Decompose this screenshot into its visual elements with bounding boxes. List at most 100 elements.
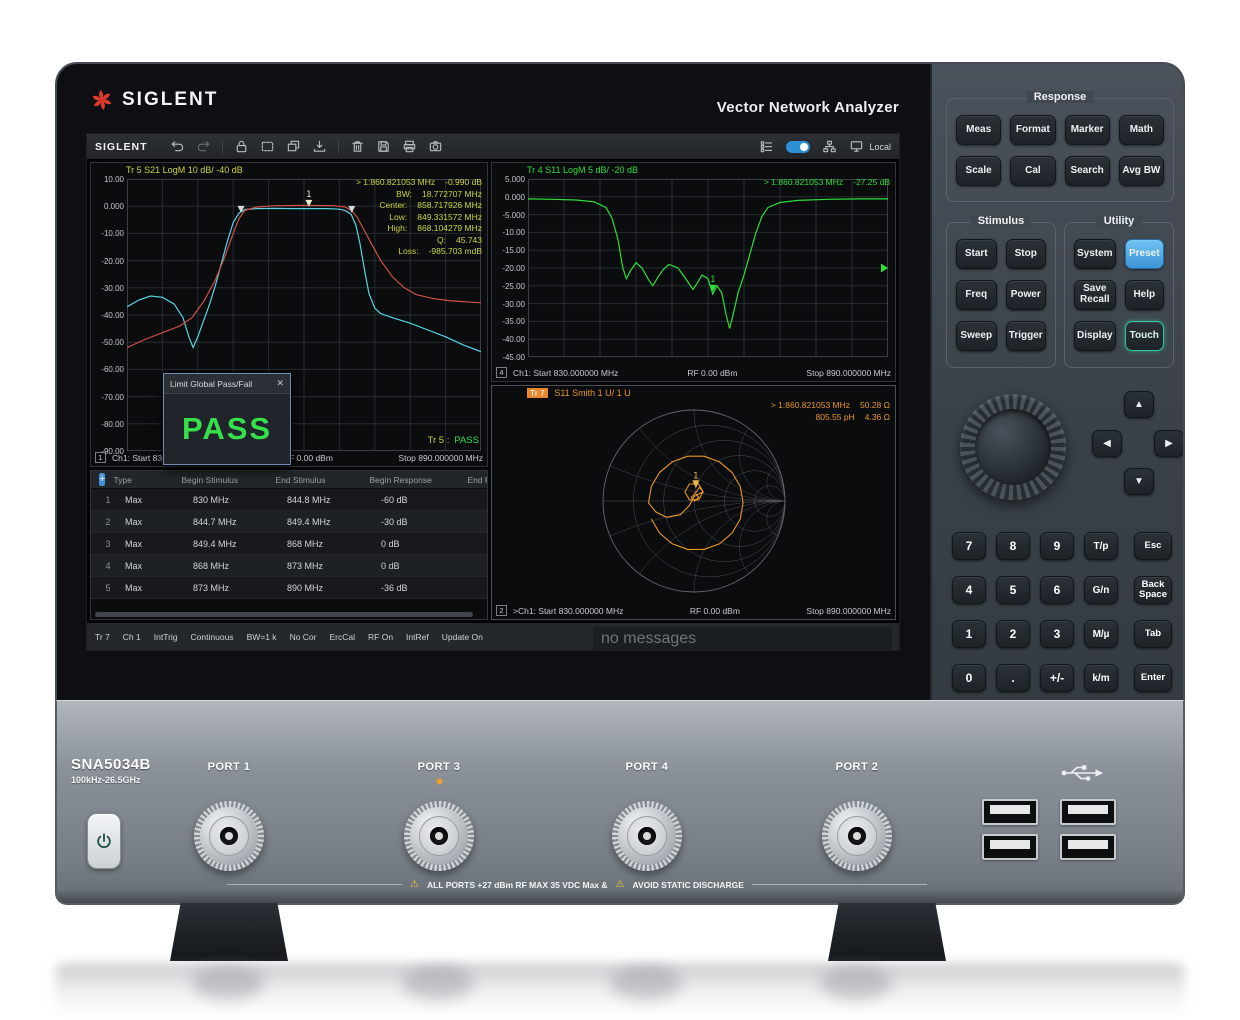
keypad-button[interactable]: System bbox=[1074, 239, 1116, 269]
utility-group-label: Utility bbox=[1097, 215, 1142, 227]
keypad-button[interactable]: Avg BW bbox=[1119, 156, 1164, 186]
table-row[interactable]: 2 Max 844.7 MHz 849.4 MHz -30 dB bbox=[91, 511, 487, 533]
keypad-button[interactable]: Search bbox=[1065, 156, 1110, 186]
table-row[interactable]: 1 Max 830 MHz 844.8 MHz -60 dB bbox=[91, 489, 487, 511]
table-row[interactable]: 4 Max 868 MHz 873 MHz 0 dB bbox=[91, 555, 487, 577]
redo-icon[interactable] bbox=[196, 139, 211, 154]
keypad-button[interactable]: Start bbox=[956, 239, 997, 269]
upper-body: SIGLENT Vector Network Analyzer SIGLENT bbox=[55, 62, 1185, 700]
camera-icon[interactable] bbox=[428, 139, 443, 154]
smith-window[interactable]: Tr 7 S11 Smith 1 U/ 1 U > 1:860.821053 M… bbox=[491, 385, 896, 620]
screenshot-icon[interactable] bbox=[260, 139, 275, 154]
y-tick-label: -80.00 bbox=[91, 420, 124, 429]
numpad-key[interactable]: 7 bbox=[952, 532, 986, 560]
control-key[interactable]: Tab bbox=[1134, 620, 1172, 648]
add-limit-button[interactable]: + bbox=[99, 473, 105, 486]
keypad-button[interactable]: Freq bbox=[956, 280, 997, 310]
port: PORT 4 bbox=[602, 757, 692, 889]
numpad-key[interactable]: . bbox=[996, 664, 1030, 692]
keypad-button[interactable]: Preset bbox=[1125, 239, 1164, 269]
numpad-key[interactable]: 0 bbox=[952, 664, 986, 692]
device-foot bbox=[170, 903, 288, 961]
numpad-key[interactable]: 9 bbox=[1040, 532, 1074, 560]
response-group: Response MeasFormatMarkerMathScaleCalSea… bbox=[946, 98, 1174, 202]
limit-type-cell: Max bbox=[125, 539, 193, 549]
table-row[interactable]: 3 Max 849.4 MHz 868 MHz 0 dB bbox=[91, 533, 487, 555]
status-message: no messages bbox=[593, 627, 892, 650]
port-connector bbox=[822, 801, 892, 871]
table-row[interactable]: 5 Max 873 MHz 890 MHz -36 dB bbox=[91, 577, 487, 599]
keypad-button[interactable]: Scale bbox=[956, 156, 1001, 186]
port-active-led bbox=[437, 779, 442, 784]
numpad-key[interactable]: 8 bbox=[996, 532, 1030, 560]
keypad-button[interactable]: Trigger bbox=[1006, 321, 1047, 351]
arrow-down-key[interactable]: ▼ bbox=[1124, 468, 1154, 495]
numpad-key[interactable]: 4 bbox=[952, 576, 986, 604]
numpad-key[interactable]: 2 bbox=[996, 620, 1030, 648]
toggle-on-icon[interactable] bbox=[786, 141, 810, 153]
keypad-button[interactable]: Sweep bbox=[956, 321, 997, 351]
trash-icon[interactable] bbox=[350, 139, 365, 154]
lock-icon[interactable] bbox=[234, 139, 249, 154]
reflection bbox=[192, 966, 264, 1000]
toolbar-brand: SIGLENT bbox=[95, 141, 148, 153]
local-status[interactable]: Local bbox=[849, 139, 891, 154]
vna-device: SIGLENT Vector Network Analyzer SIGLENT bbox=[55, 62, 1185, 905]
begin-response-cell: -60 dB bbox=[381, 495, 479, 505]
keypad-button[interactable]: Display bbox=[1074, 321, 1116, 351]
keypad-button[interactable]: Meas bbox=[956, 115, 1001, 145]
status-item: Update On bbox=[442, 632, 483, 642]
dialog-close-button[interactable]: ✕ bbox=[276, 378, 284, 389]
trace-list-icon[interactable] bbox=[759, 139, 774, 154]
keypad-button[interactable]: Format bbox=[1010, 115, 1055, 145]
rotary-knob[interactable] bbox=[960, 394, 1066, 500]
keypad-button[interactable]: Power bbox=[1006, 280, 1047, 310]
tr4-window[interactable]: Tr 4 S11 LogM 5 dB/ -20 dB 5.0000.000-5.… bbox=[491, 162, 896, 382]
windows-icon[interactable] bbox=[286, 139, 301, 154]
dialog-titlebar[interactable]: Limit Global Pass/Fail ✕ bbox=[164, 374, 290, 394]
save-icon[interactable] bbox=[376, 139, 391, 154]
numpad-key[interactable]: 5 bbox=[996, 576, 1030, 604]
numpad-key[interactable]: 3 bbox=[1040, 620, 1074, 648]
control-key[interactable]: Enter bbox=[1134, 664, 1172, 692]
keypad-button[interactable]: Math bbox=[1119, 115, 1164, 145]
keypad-button[interactable]: Touch bbox=[1125, 321, 1164, 351]
table-scrollbar[interactable] bbox=[95, 612, 473, 617]
lcd-screen[interactable]: SIGLENT bbox=[87, 134, 899, 650]
readout-label: Q: bbox=[437, 235, 446, 246]
end-stimulus-cell: 890 MHz bbox=[287, 583, 381, 593]
arrow-left-key[interactable]: ◀ bbox=[1092, 430, 1122, 457]
keypad-button[interactable]: Marker bbox=[1065, 115, 1110, 145]
smith-plot[interactable]: 1 bbox=[496, 406, 892, 596]
control-key[interactable]: Esc bbox=[1134, 532, 1172, 560]
limit-table-window[interactable]: + TypeBegin StimulusEnd StimulusBegin Re… bbox=[90, 470, 488, 620]
undo-icon[interactable] bbox=[170, 139, 185, 154]
port-connector bbox=[404, 801, 474, 871]
numpad-key[interactable]: G/n bbox=[1084, 576, 1118, 604]
readout-label: Center: bbox=[379, 200, 407, 211]
limit-pass-fail-dialog[interactable]: Limit Global Pass/Fail ✕ PASS bbox=[163, 373, 291, 465]
keypad-button[interactable]: Save Recall bbox=[1074, 280, 1116, 310]
load-icon[interactable] bbox=[312, 139, 327, 154]
numpad-key[interactable]: T/p bbox=[1084, 532, 1118, 560]
tr5-window[interactable]: Tr 5 S21 LogM 10 dB/ -40 dB 10.000.000-1… bbox=[90, 162, 488, 467]
readout-value: 45.743 bbox=[456, 235, 482, 246]
numpad-key[interactable]: 6 bbox=[1040, 576, 1074, 604]
lan-icon[interactable] bbox=[822, 139, 837, 154]
tr4-plot[interactable]: 1 bbox=[528, 179, 888, 357]
warning-text-right: AVOID STATIC DISCHARGE bbox=[633, 880, 744, 890]
arrow-up-key[interactable]: ▲ bbox=[1124, 391, 1154, 418]
keypad-button[interactable]: Help bbox=[1125, 280, 1164, 310]
numpad-key[interactable]: k/m bbox=[1084, 664, 1118, 692]
keypad-button[interactable]: Stop bbox=[1006, 239, 1047, 269]
start-freq-label: >Ch1: Start 830.000000 MHz bbox=[513, 606, 623, 616]
keypad-button[interactable]: Cal bbox=[1010, 156, 1055, 186]
knob-center[interactable] bbox=[975, 409, 1051, 485]
numpad-key[interactable]: M/µ bbox=[1084, 620, 1118, 648]
control-key[interactable]: Back Space bbox=[1134, 576, 1172, 604]
arrow-right-key[interactable]: ▶ bbox=[1154, 430, 1184, 457]
print-icon[interactable] bbox=[402, 139, 417, 154]
numpad-key[interactable]: 1 bbox=[952, 620, 986, 648]
numpad-key[interactable]: +/- bbox=[1040, 664, 1074, 692]
y-tick-label: -25.00 bbox=[492, 282, 525, 291]
